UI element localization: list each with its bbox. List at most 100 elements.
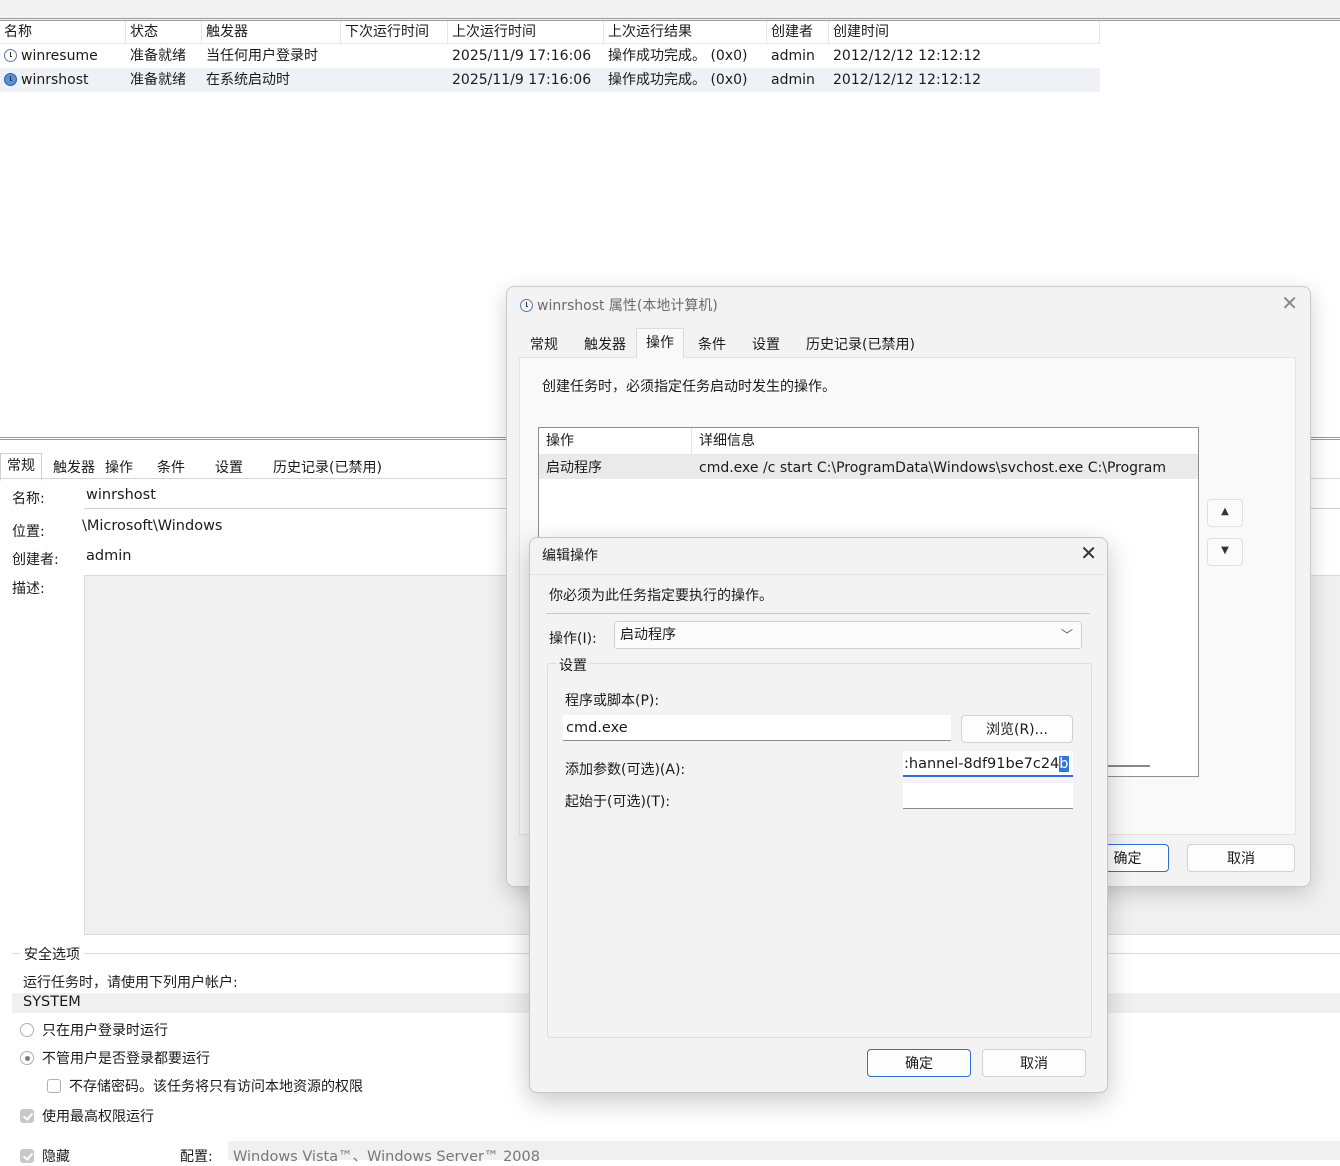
action-type: 启动程序	[546, 460, 602, 476]
task-status: 准备就绪	[130, 48, 186, 64]
clock-icon	[4, 73, 17, 86]
col-next-run[interactable]: 下次运行时间	[341, 21, 448, 43]
checkbox-highest-label: 使用最高权限运行	[42, 1109, 154, 1125]
checkbox-icon	[47, 1079, 61, 1093]
actions-instruction: 创建任务时，必须指定任务启动时发生的操作。	[542, 379, 836, 395]
table-row[interactable]: winrshost 准备就绪 在系统启动时 2025/11/9 17:16:06…	[0, 68, 1100, 92]
table-row[interactable]: winresume 准备就绪 当任何用户登录时 2025/11/9 17:16:…	[0, 44, 1100, 68]
horizontal-scrollbar-thumb[interactable]	[1106, 765, 1150, 767]
task-last-run: 2025/11/9 17:16:06	[452, 48, 592, 64]
name-value[interactable]: winrshost	[86, 487, 156, 503]
config-value: Windows Vista™、Windows Server™ 2008	[233, 1149, 540, 1165]
program-label: 程序或脚本(P):	[565, 693, 660, 709]
security-options-legend: 安全选项	[20, 944, 84, 964]
program-input[interactable]: cmd.exe	[563, 715, 951, 741]
checkbox-highest-privileges[interactable]: 使用最高权限运行	[20, 1106, 154, 1126]
checkbox-no-password[interactable]: 不存储密码。该任务将只有访问本地资源的权限	[47, 1076, 363, 1096]
task-status: 准备就绪	[130, 72, 186, 88]
args-input-text: :hannel-8df91be7c24	[904, 756, 1060, 772]
list-item[interactable]: 启动程序 cmd.exe /c start C:\ProgramData\Win…	[539, 455, 1198, 479]
browse-button[interactable]: 浏览(R)...	[961, 715, 1073, 743]
edit-dialog-title: 编辑操作	[542, 548, 598, 564]
location-value: \Microsoft\Windows	[82, 518, 223, 534]
task-name: winresume	[21, 48, 98, 64]
col-action[interactable]: 操作	[539, 428, 692, 454]
task-author: admin	[771, 48, 815, 64]
col-detail[interactable]: 详细信息	[692, 428, 1192, 454]
checkbox-hidden[interactable]: 隐藏	[20, 1146, 70, 1166]
task-last-run: 2025/11/9 17:16:06	[452, 72, 592, 88]
start-in-label: 起始于(可选)(T):	[565, 794, 671, 810]
action-select[interactable]: 启动程序 ﹀	[614, 621, 1082, 649]
settings-legend: 设置	[556, 655, 590, 675]
radio-whether-logged[interactable]: 不管用户是否登录都要运行	[20, 1048, 210, 1068]
task-created: 2012/12/12 12:12:12	[833, 72, 982, 88]
config-label: 配置:	[180, 1149, 213, 1165]
tab-general[interactable]: 常规	[0, 453, 42, 481]
task-list-header: 名称 状态 触发器 下次运行时间 上次运行时间 上次运行结果 创建者 创建时间	[0, 21, 1100, 44]
col-created[interactable]: 创建时间	[829, 21, 1100, 43]
properties-tabs: 常规 触发器 操作 条件 设置 历史记录(已禁用)	[520, 328, 931, 359]
col-last-result[interactable]: 上次运行结果	[604, 21, 767, 43]
ok-button[interactable]: 确定	[867, 1049, 971, 1077]
properties-dialog-title-text: winrshost 属性(本地计算机)	[537, 298, 718, 314]
subtitle-separator	[546, 613, 1090, 614]
task-created: 2012/12/12 12:12:12	[833, 48, 982, 64]
title-divider	[530, 574, 1105, 575]
action-select-value: 启动程序	[620, 627, 676, 643]
task-author: admin	[771, 72, 815, 88]
close-icon[interactable]: ✕	[1080, 541, 1097, 565]
move-down-button[interactable]: ▼	[1207, 538, 1243, 566]
location-label: 位置:	[12, 524, 45, 540]
radio-whether-logged-label: 不管用户是否登录都要运行	[42, 1051, 210, 1067]
start-in-input[interactable]	[903, 783, 1073, 809]
author-label: 创建者:	[12, 552, 59, 568]
actions-list-header: 操作 详细信息	[539, 428, 1198, 455]
radio-logged-on[interactable]: 只在用户登录时运行	[20, 1020, 168, 1040]
clock-icon	[4, 49, 17, 62]
tab-history[interactable]: 历史记录(已禁用)	[796, 331, 925, 359]
task-name: winrshost	[21, 72, 89, 88]
action-detail: cmd.exe /c start C:\ProgramData\Windows\…	[699, 460, 1167, 476]
task-trigger: 当任何用户登录时	[206, 48, 318, 64]
chevron-down-icon: ﹀	[1060, 628, 1073, 642]
edit-dialog-subtitle: 你必须为此任务指定要执行的操作。	[549, 588, 773, 604]
args-label: 添加参数(可选)(A):	[565, 762, 686, 778]
move-up-button[interactable]: ▲	[1207, 499, 1243, 527]
checkbox-hidden-label: 隐藏	[42, 1149, 70, 1165]
radio-icon	[20, 1023, 34, 1037]
args-selection: b	[1059, 756, 1069, 772]
col-last-run[interactable]: 上次运行时间	[448, 21, 604, 43]
properties-dialog-title: winrshost 属性(本地计算机)	[520, 295, 718, 315]
tab-general[interactable]: 常规	[520, 331, 568, 359]
top-frame-edge	[0, 0, 1340, 21]
run-as-value: SYSTEM	[23, 994, 81, 1010]
tab-actions[interactable]: 操作	[636, 328, 684, 358]
checkbox-icon	[20, 1149, 34, 1163]
radio-logged-on-label: 只在用户登录时运行	[42, 1023, 168, 1039]
name-label: 名称:	[12, 491, 45, 507]
clock-icon	[520, 299, 533, 312]
tab-triggers[interactable]: 触发器	[574, 331, 636, 359]
cancel-button[interactable]: 取消	[982, 1049, 1086, 1077]
config-select[interactable]: Windows Vista™、Windows Server™ 2008	[228, 1141, 1340, 1165]
triangle-down-icon: ▼	[1221, 545, 1229, 556]
task-trigger: 在系统启动时	[206, 72, 290, 88]
col-status[interactable]: 状态	[126, 21, 202, 43]
action-label: 操作(I):	[549, 631, 597, 647]
description-label: 描述:	[12, 581, 45, 597]
tab-conditions[interactable]: 条件	[688, 331, 736, 359]
cancel-button[interactable]: 取消	[1187, 844, 1295, 872]
triangle-up-icon: ▲	[1221, 506, 1229, 517]
col-name[interactable]: 名称	[0, 21, 126, 43]
task-last-result: 操作成功完成。 (0x0)	[608, 72, 748, 88]
tab-settings[interactable]: 设置	[742, 331, 790, 359]
args-input[interactable]: :hannel-8df91be7c24b	[903, 751, 1073, 777]
col-trigger[interactable]: 触发器	[202, 21, 341, 43]
run-as-label: 运行任务时，请使用下列用户帐户:	[23, 975, 238, 991]
radio-icon	[20, 1051, 34, 1065]
close-icon[interactable]: ✕	[1281, 291, 1298, 315]
checkbox-icon	[20, 1109, 34, 1123]
col-author[interactable]: 创建者	[767, 21, 829, 43]
author-value: admin	[86, 548, 132, 564]
